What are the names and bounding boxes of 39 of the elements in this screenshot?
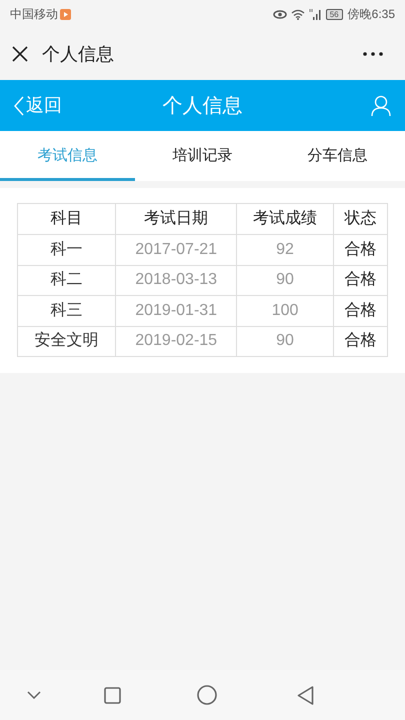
circle-icon[interactable] (197, 685, 217, 705)
tab[interactable]: 培训记录 (135, 131, 270, 181)
user-icon[interactable] (371, 94, 391, 116)
table-cell: 90 (236, 326, 334, 356)
table-cell: 100 (236, 296, 334, 326)
back-triangle-icon[interactable] (297, 686, 314, 704)
column-header: 科目 (50, 209, 84, 229)
column-header: 状态 (333, 204, 387, 234)
battery-indicator: 56 (326, 8, 343, 20)
cellular-signal-icon (308, 8, 322, 20)
wifi-icon (290, 8, 305, 20)
column-header: 考试日期 (115, 204, 236, 234)
chevron-down-icon[interactable] (27, 691, 41, 699)
carrier-name: 中国移动 (10, 6, 58, 23)
table-cell-text: 科三 (50, 300, 84, 321)
tab[interactable]: 分车信息 (270, 131, 405, 181)
status-time: 傍晚6:35 (348, 6, 395, 23)
table-cell-text: 科二 (50, 270, 84, 290)
table-cell: 90 (236, 266, 334, 295)
table-cell: 2017-07-21 (115, 235, 236, 264)
table-cell: 合格 (333, 296, 387, 326)
column-header: 考试成绩 (236, 204, 334, 234)
table-cell: 2019-02-15 (115, 326, 236, 356)
more-icon[interactable] (363, 52, 383, 56)
square-icon[interactable] (104, 686, 121, 704)
table-cell-text: 科一 (50, 240, 84, 260)
app-notification-icon (60, 8, 71, 20)
page-title: 个人信息 (162, 94, 242, 118)
table-cell: 2018-03-13 (115, 266, 236, 295)
table-cell: 合格 (333, 235, 387, 264)
eye-icon (272, 9, 287, 19)
table-cell: 合格 (333, 266, 387, 295)
table-cell: 92 (236, 235, 334, 264)
table-cell-text: 安全文明 (34, 330, 100, 352)
chevron-left-icon (14, 96, 24, 116)
window-title: 个人信息 (42, 42, 114, 66)
table-cell: 合格 (333, 326, 387, 356)
table-cell: 2019-01-31 (115, 296, 236, 326)
close-icon[interactable] (12, 46, 28, 62)
